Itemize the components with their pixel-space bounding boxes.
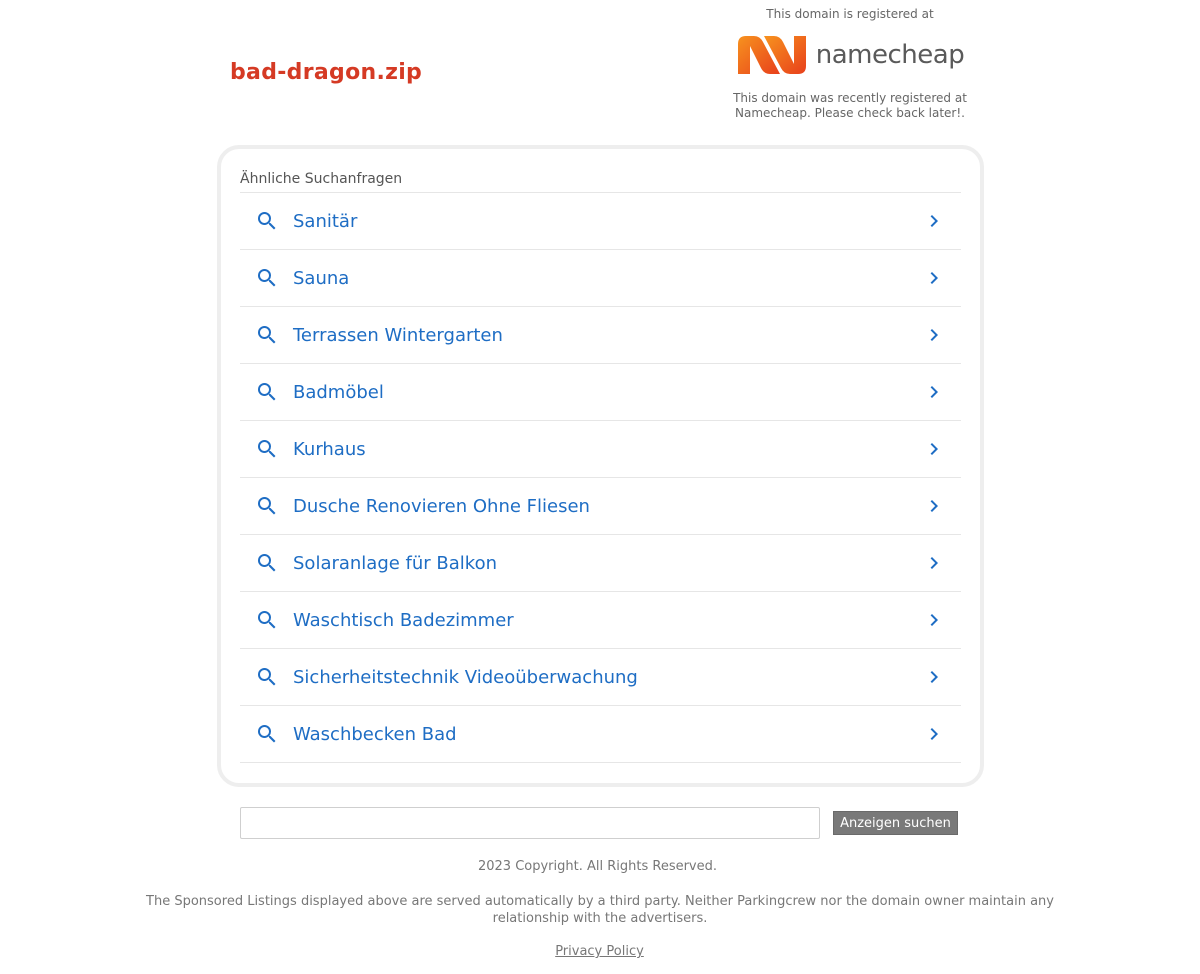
parking-page: bad-dragon.zip This domain is registered… xyxy=(0,0,1200,974)
namecheap-logo-mark-icon xyxy=(737,36,806,74)
registration-note: This domain was recently registered at N… xyxy=(733,91,967,120)
related-search-label: Waschtisch Badezimmer xyxy=(293,610,514,631)
search-icon xyxy=(258,383,276,401)
ad-search-input[interactable] xyxy=(240,807,820,839)
search-icon xyxy=(258,269,276,287)
related-search-label: Waschbecken Bad xyxy=(293,724,457,745)
search-icon xyxy=(258,725,276,743)
chevron-right-icon xyxy=(930,671,938,683)
namecheap-logo-text: namecheap xyxy=(815,40,965,70)
search-icon xyxy=(258,497,276,515)
related-search-label: Sicherheitstechnik Videoüberwachung xyxy=(293,667,638,688)
chevron-right-icon xyxy=(930,728,938,740)
search-icon xyxy=(258,668,276,686)
search-icon xyxy=(258,440,276,458)
search-icon xyxy=(258,212,276,230)
chevron-right-icon xyxy=(930,443,938,455)
related-search-item[interactable]: Dusche Renovieren Ohne Fliesen xyxy=(240,478,961,535)
search-icon xyxy=(258,554,276,572)
chevron-right-icon xyxy=(930,614,938,626)
domain-title: bad-dragon.zip xyxy=(230,60,423,85)
chevron-right-icon xyxy=(930,272,938,284)
related-search-label: Kurhaus xyxy=(293,439,366,460)
related-search-label: Dusche Renovieren Ohne Fliesen xyxy=(293,496,590,517)
registrar-box: This domain is registered at namecheap T… xyxy=(718,4,982,121)
namecheap-logo[interactable]: namecheap xyxy=(718,26,982,84)
related-search-item[interactable]: Kurhaus xyxy=(240,421,961,478)
related-searches-panel: Ähnliche Suchanfragen Sanitär Sauna Terras… xyxy=(217,145,984,787)
privacy-policy: Privacy Policy xyxy=(0,944,1199,959)
related-search-item[interactable]: Terrassen Wintergarten xyxy=(240,307,961,364)
related-search-label: Sanitär xyxy=(293,211,358,232)
related-search-label: Sauna xyxy=(293,268,350,289)
chevron-right-icon xyxy=(930,557,938,569)
chevron-right-icon xyxy=(930,329,938,341)
related-search-item[interactable]: Waschtisch Badezimmer xyxy=(240,592,961,649)
related-search-item[interactable]: Solaranlage für Balkon xyxy=(240,535,961,592)
chevron-right-icon xyxy=(930,386,938,398)
disclaimer-text: The Sponsored Listings displayed above a… xyxy=(146,894,1054,926)
related-search-label: Terrassen Wintergarten xyxy=(293,325,503,346)
related-search-item[interactable]: Sicherheitstechnik Videoüberwachung xyxy=(240,649,961,706)
related-searches-list: Sanitär Sauna Terrassen Wintergarten Badmöb… xyxy=(240,192,961,763)
related-searches-heading: Ähnliche Suchanfragen xyxy=(240,171,403,187)
related-search-label: Solaranlage für Balkon xyxy=(293,553,498,574)
chevron-right-icon xyxy=(930,215,938,227)
related-search-item[interactable]: Badmöbel xyxy=(240,364,961,421)
copyright-text: 2023 Copyright. All Rights Reserved. xyxy=(477,859,718,874)
privacy-policy-link[interactable]: Privacy Policy xyxy=(555,944,644,959)
search-icon xyxy=(258,611,276,629)
registered-at-label: This domain is registered at xyxy=(766,7,934,21)
related-search-item[interactable]: Sanitär xyxy=(240,193,961,250)
ad-search-button[interactable]: Anzeigen suchen xyxy=(833,811,958,835)
related-search-label: Badmöbel xyxy=(293,382,384,403)
related-search-item[interactable]: Waschbecken Bad xyxy=(240,706,961,763)
related-search-item[interactable]: Sauna xyxy=(240,250,961,307)
search-icon xyxy=(258,326,276,344)
chevron-right-icon xyxy=(930,500,938,512)
